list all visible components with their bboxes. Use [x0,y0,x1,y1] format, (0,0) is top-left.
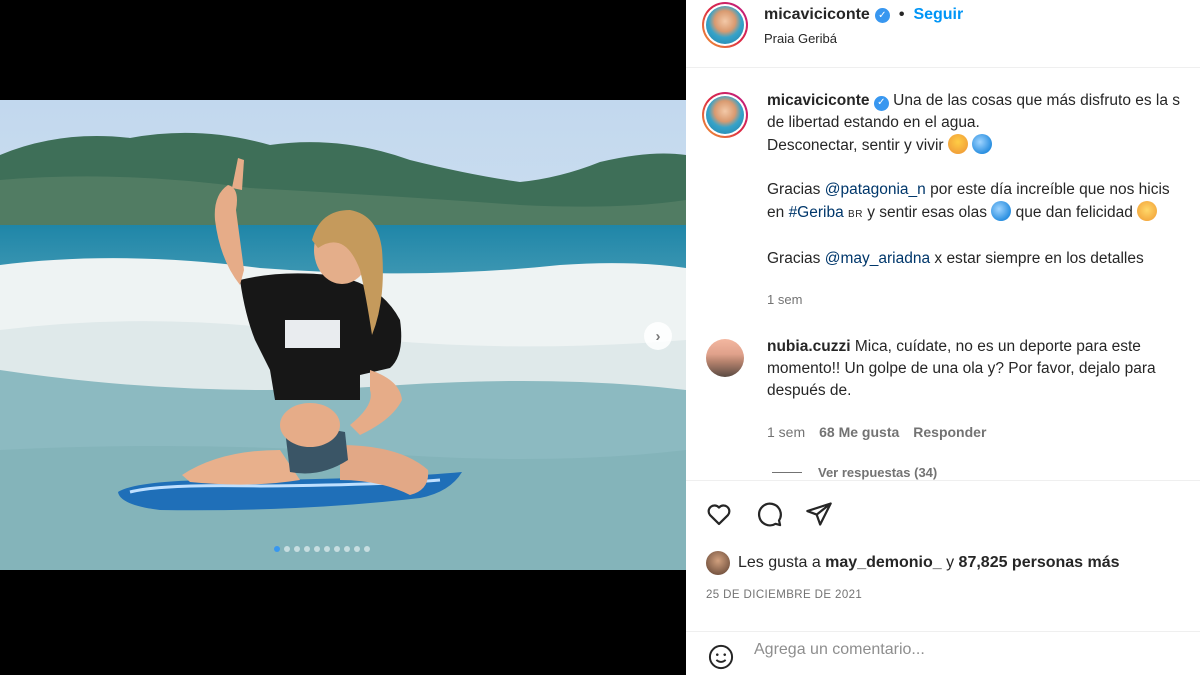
post-panel: micaviciconte ✓ • Seguir Praia Geribá mi… [686,0,1200,675]
carousel-dot [334,546,340,552]
caption-username[interactable]: micaviciconte [767,92,870,109]
liker-avatar[interactable] [706,551,730,575]
carousel-dot [354,546,360,552]
author-avatar[interactable] [702,2,748,48]
likes-connector: y [941,554,959,571]
liker-username[interactable]: may_demonio_ [825,554,941,571]
heart-icon[interactable] [704,499,734,529]
carousel-dot [314,546,320,552]
caption-line-6-text: Gracias [767,250,825,267]
mention-patagonia[interactable]: @patagonia_n [825,181,926,198]
mention-may-ariadna[interactable]: @may_ariadna [825,250,930,267]
caption-line-4-rest: por este día increíble que nos hicis [925,181,1170,198]
caption-line-2: de libertad estando en el agua. [767,114,980,131]
carousel-dot [324,546,330,552]
surf-photo-illustration [0,100,686,570]
carousel-dot [274,546,280,552]
comment-timestamp[interactable]: 1 sem [767,424,805,440]
author-username[interactable]: micaviciconte [764,6,870,24]
comment-item: nubia.cuzzi Mica, cuídate, no es un depo… [702,336,1200,402]
caption-line-5-rest: y sentir esas olas [862,204,987,221]
hashtag-geriba[interactable]: #Geriba [789,204,844,221]
commenter-avatar[interactable] [706,339,744,377]
comment-input[interactable] [754,641,1134,659]
next-photo-button[interactable]: › [644,322,672,350]
caption-timestamp[interactable]: 1 sem [767,292,802,307]
caption-line-1: Una de las cosas que más disfruto es la … [893,92,1181,109]
comment-meta: 1 sem 68 Me gusta Responder [767,424,986,440]
carousel-dot [284,546,290,552]
post-media: › [0,0,686,675]
view-replies-button[interactable]: Ver respuestas (34) [772,465,937,480]
comment-likes[interactable]: 68 Me gusta [819,424,899,440]
post-photo[interactable]: › [0,100,686,570]
add-comment-bar [686,631,1200,675]
carousel-dot [344,546,350,552]
caption-line-5-text: en [767,204,789,221]
wave-emoji-icon [991,201,1012,221]
carousel-dot [364,546,370,552]
commenter-username[interactable]: nubia.cuzzi [767,338,851,355]
comments-section: micaviciconte ✓ Una de las cosas que más… [686,68,1200,480]
comment-icon[interactable] [754,499,784,529]
verified-badge-icon: ✓ [873,95,889,111]
likes-count[interactable]: 87,825 personas más [959,554,1120,571]
surfer-emoji-icon [947,134,968,154]
carousel-dot [294,546,300,552]
wave-emoji-icon [972,134,993,154]
caption-line-4-text: Gracias [767,181,825,198]
likes-summary: Les gusta a may_demonio_ y 87,825 person… [706,551,1120,575]
carousel-dots [274,546,370,552]
likes-prefix: Les gusta a [738,554,826,571]
view-replies-label: Ver respuestas (34) [818,465,938,480]
post-header: micaviciconte ✓ • Seguir Praia Geribá [686,0,1200,68]
caption-line-5-end: que dan felicidad [1011,204,1133,221]
flag-br: BR [848,209,863,220]
emoji-smile-icon[interactable] [706,642,736,672]
caption-line-3: Desconectar, sentir y vivir [767,137,944,154]
post-date[interactable]: 25 DE DICIEMBRE DE 2021 [706,589,862,601]
caption-author-avatar[interactable] [702,92,748,138]
follow-button[interactable]: Seguir [913,6,963,24]
share-icon[interactable] [804,499,834,529]
reply-button[interactable]: Responder [913,424,986,440]
post-actions: Les gusta a may_demonio_ y 87,825 person… [686,480,1200,675]
post-location[interactable]: Praia Geribá [764,31,837,46]
replies-divider [772,472,802,473]
separator-dot: • [898,6,905,23]
chevron-right-icon: › [655,327,661,345]
smiling-face-emoji-icon [1137,201,1158,221]
verified-badge-icon: ✓ [874,7,890,23]
post-caption: micaviciconte ✓ Una de las cosas que más… [702,90,1200,270]
carousel-dot [304,546,310,552]
caption-line-6-rest: x estar siempre en los detalles [930,250,1144,267]
